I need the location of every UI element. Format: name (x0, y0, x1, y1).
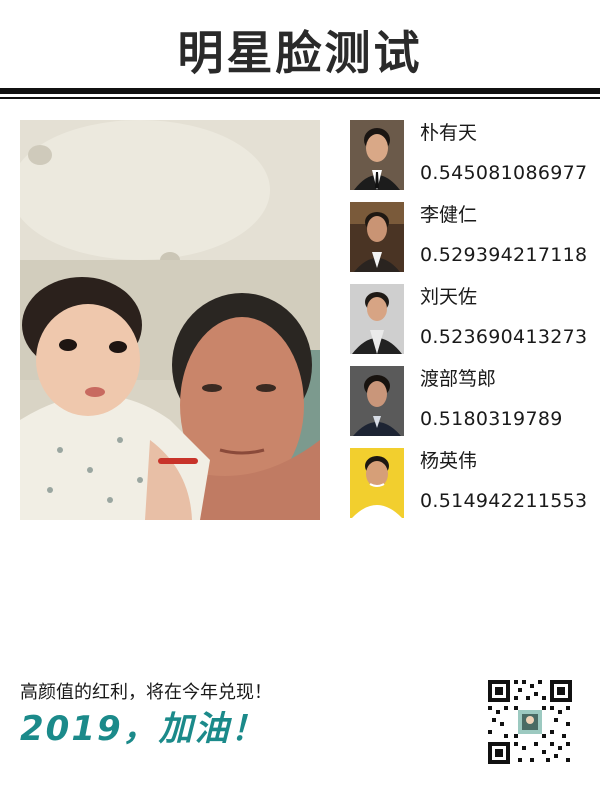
slogan-text: 高颜值的红利，将在今年兑现！ (20, 682, 272, 703)
similarity-score: 0.523690413273 (420, 326, 588, 348)
celebrity-name: 朴有天 (420, 122, 478, 144)
header-divider-thick (0, 88, 600, 94)
similarity-score: 0.514942211553 (420, 490, 588, 512)
celebrity-name: 渡部笃郎 (420, 368, 497, 390)
cheer-text: 2019，加油！ (20, 709, 267, 749)
match-result: 朴有天 0.545081086977 (350, 120, 590, 190)
celebrity-thumbnail (350, 366, 404, 436)
photo-image (20, 120, 320, 520)
celebrity-name: 刘天佐 (420, 286, 478, 308)
similarity-score: 0.529394217118 (420, 244, 588, 266)
match-result: 刘天佐 0.523690413273 (350, 284, 590, 354)
celebrity-thumbnail (350, 120, 404, 190)
similarity-score: 0.5180319789 (420, 408, 563, 430)
uploaded-photo (20, 120, 320, 520)
match-results-list: 朴有天 0.545081086977 李健仁 0.529394217118 刘天… (350, 120, 590, 530)
qr-code-icon[interactable] (486, 678, 574, 766)
celebrity-thumbnail (350, 284, 404, 354)
header-divider-thin (0, 97, 600, 99)
match-result: 渡部笃郎 0.5180319789 (350, 366, 590, 436)
page-title: 明星脸测试 (177, 26, 423, 80)
match-result: 李健仁 0.529394217118 (350, 202, 590, 272)
celebrity-thumbnail (350, 448, 404, 518)
match-result: 杨英伟 0.514942211553 (350, 448, 590, 518)
celebrity-name: 杨英伟 (420, 450, 478, 472)
similarity-score: 0.545081086977 (420, 162, 588, 184)
celebrity-thumbnail (350, 202, 404, 272)
celebrity-name: 李健仁 (420, 204, 478, 226)
